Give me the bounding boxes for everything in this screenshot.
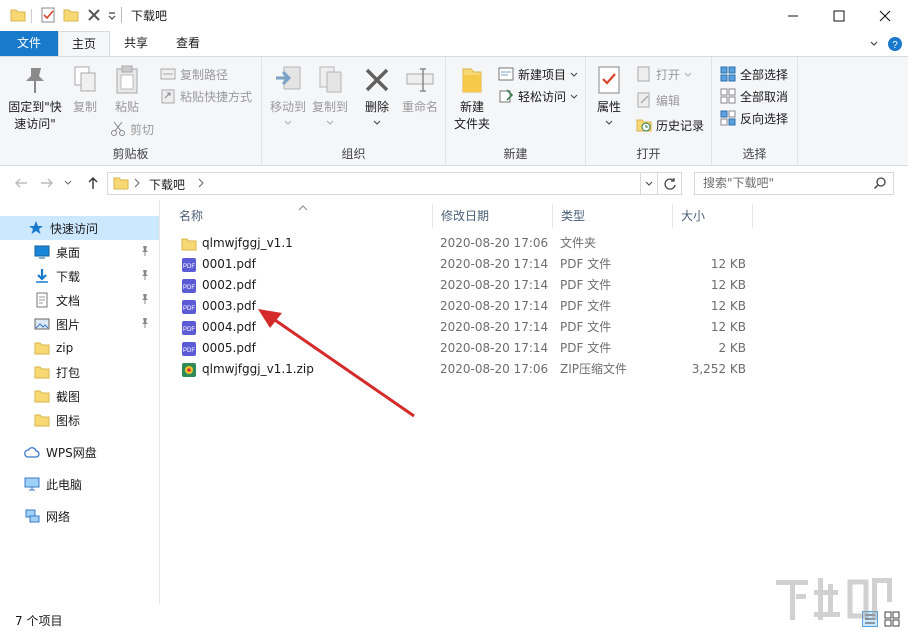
annotation-arrow: [0, 0, 908, 633]
watermark-logo: [770, 572, 900, 627]
status-item-count: 7 个项目: [15, 612, 62, 629]
